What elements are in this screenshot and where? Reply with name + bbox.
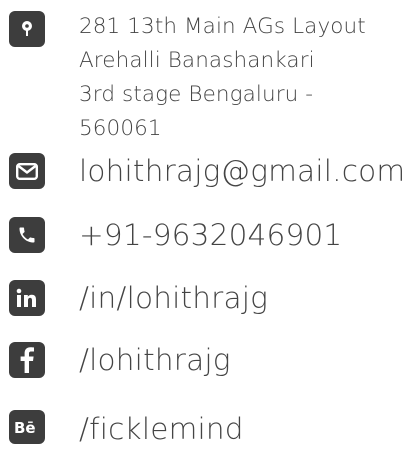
location-pin-icon	[9, 11, 45, 47]
phone-icon	[9, 217, 45, 253]
behance-icon: Bē	[9, 410, 45, 444]
address-text: 281 13th Main AGs Layout Arehalli Banash…	[79, 10, 366, 146]
facebook-link[interactable]: /lohithrajg	[79, 340, 231, 380]
svg-text:Bē: Bē	[14, 419, 36, 435]
linkedin-icon	[9, 280, 45, 316]
envelope-icon	[9, 153, 45, 189]
facebook-icon	[9, 342, 45, 378]
address-line-4: 560061	[79, 116, 162, 141]
behance-link[interactable]: /ficklemind	[79, 409, 244, 449]
address-line-1: 281 13th Main AGs Layout	[79, 14, 366, 39]
address-line-2: Arehalli Banashankari	[79, 48, 315, 73]
email-link[interactable]: lohithrajg@gmail.com	[79, 151, 404, 191]
address-line-3: 3rd stage Bengaluru -	[79, 82, 314, 107]
linkedin-link[interactable]: /in/lohithrajg	[79, 278, 268, 318]
phone-text[interactable]: +91-9632046901	[79, 215, 342, 255]
